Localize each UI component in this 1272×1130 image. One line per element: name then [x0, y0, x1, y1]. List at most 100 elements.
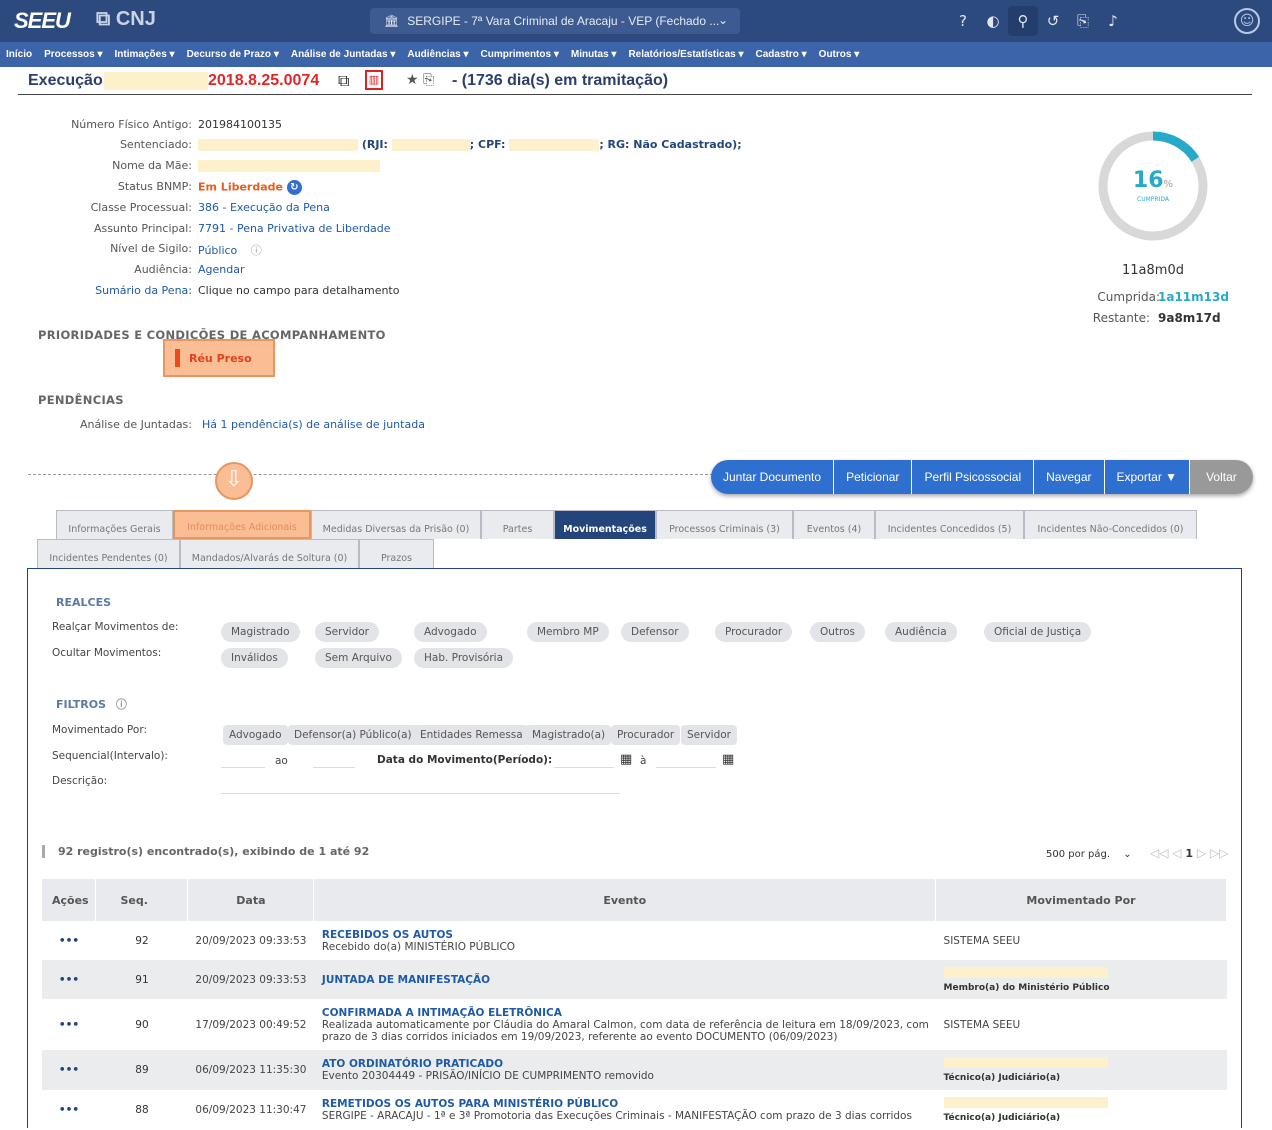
tab-medidas-diversas[interactable]: Medidas Diversas da Prisão (0): [311, 510, 481, 539]
search-icon[interactable]: ⚲: [1008, 6, 1038, 36]
realce-magistrado[interactable]: Magistrado: [221, 622, 300, 642]
info-icon[interactable]: ⓘ: [116, 698, 127, 711]
voltar-button[interactable]: Voltar: [1190, 460, 1253, 494]
bookmark-icon[interactable]: ⎘: [1068, 12, 1098, 30]
copy-icon[interactable]: ⧉: [338, 71, 349, 91]
first-page-icon[interactable]: ◁◁: [1150, 846, 1168, 860]
menu-inicio[interactable]: Início: [6, 49, 32, 60]
star-icon[interactable]: ★ ⎘: [406, 72, 434, 88]
tab-informacoes-gerais[interactable]: Informações Gerais: [56, 510, 173, 539]
event-title[interactable]: RECEBIDOS OS AUTOS: [322, 929, 936, 941]
menu-outros[interactable]: Outros ▾: [819, 49, 860, 60]
realce-servidor[interactable]: Servidor: [315, 622, 379, 642]
tab-movimentacoes[interactable]: Movimentações: [554, 510, 656, 539]
filtro-magistrado[interactable]: Magistrado(a): [526, 725, 612, 745]
filtro-defensor[interactable]: Defensor(a) Público(a): [288, 725, 418, 745]
date-to-input[interactable]: [656, 754, 716, 768]
realce-defensor[interactable]: Defensor: [621, 622, 689, 642]
pendencias-link[interactable]: Há 1 pendência(s) de análise de juntada: [202, 418, 425, 431]
exportar-button[interactable]: Exportar ▼: [1104, 460, 1191, 494]
date-from-input[interactable]: [554, 754, 614, 768]
prev-page-icon[interactable]: ◁: [1172, 846, 1181, 860]
assunto-principal[interactable]: 7791 - Pena Privativa de Liberdade: [198, 222, 391, 235]
row-actions-icon[interactable]: •••: [42, 960, 96, 999]
row-actions-icon[interactable]: •••: [42, 999, 96, 1050]
per-page-select[interactable]: 500 por pág. ⌄: [1046, 849, 1132, 860]
classe-processual[interactable]: 386 - Execução da Pena: [198, 201, 330, 214]
seq-to-input[interactable]: [313, 754, 355, 768]
filtro-advogado[interactable]: Advogado: [223, 725, 288, 745]
event-title[interactable]: REMETIDOS OS AUTOS PARA MINISTÉRIO PÚBLI…: [322, 1098, 936, 1110]
realce-membro-mp[interactable]: Membro MP: [527, 622, 609, 642]
realce-procurador[interactable]: Procurador: [715, 622, 793, 642]
realce-audiencia[interactable]: Audiência: [885, 622, 957, 642]
realce-oficial-justica[interactable]: Oficial de Justiça: [984, 622, 1092, 642]
filtro-procurador[interactable]: Procurador: [611, 725, 681, 745]
user-avatar-icon[interactable]: ☺: [1234, 8, 1260, 34]
tab-prazos[interactable]: Prazos: [359, 539, 434, 568]
event-title[interactable]: JUNTADA DE MANIFESTAÇÃO: [322, 974, 936, 986]
menu-audiencias[interactable]: Audiências ▾: [407, 49, 468, 60]
event-title[interactable]: CONFIRMADA A INTIMAÇÃO ELETRÔNICA: [322, 1007, 936, 1019]
menu-minutas[interactable]: Minutas ▾: [571, 49, 617, 60]
seq-from-input[interactable]: [221, 754, 265, 768]
descricao-input[interactable]: [221, 780, 620, 794]
col-seq[interactable]: Seq.: [95, 879, 189, 921]
sigilo-value[interactable]: Público: [198, 244, 237, 257]
tab-eventos[interactable]: Eventos (4): [793, 510, 875, 539]
peticionar-button[interactable]: Peticionar: [834, 460, 913, 494]
tab-incidentes-concedidos[interactable]: Incidentes Concedidos (5): [875, 510, 1024, 539]
col-data[interactable]: Data: [187, 879, 315, 921]
next-page-icon[interactable]: ▷: [1197, 846, 1206, 860]
sumario-pena-label[interactable]: Sumário da Pena:: [40, 284, 192, 297]
filtro-servidor[interactable]: Servidor: [681, 725, 737, 745]
current-page[interactable]: 1: [1185, 847, 1193, 860]
menu-cumprimentos[interactable]: Cumprimentos ▾: [481, 49, 559, 60]
ocultar-sem-arquivo[interactable]: Sem Arquivo: [315, 648, 402, 668]
tab-partes[interactable]: Partes: [481, 510, 554, 539]
navegar-button[interactable]: Navegar: [1034, 460, 1105, 494]
calendar-icon[interactable]: ▦: [722, 752, 734, 767]
barcode-icon[interactable]: ▥: [365, 70, 383, 90]
seeu-logo[interactable]: SEEU: [14, 8, 71, 34]
col-evento[interactable]: Evento: [313, 879, 937, 921]
agendar-audiencia-link[interactable]: Agendar: [198, 263, 245, 276]
tab-informacoes-adicionais[interactable]: Informações Adicionais: [173, 510, 311, 539]
last-page-icon[interactable]: ▷▷: [1210, 846, 1228, 860]
menu-analise-juntadas[interactable]: Análise de Juntadas ▾: [291, 49, 396, 60]
sumario-pena-value[interactable]: Clique no campo para detalhamento: [198, 284, 399, 297]
menu-processos[interactable]: Processos ▾: [44, 49, 102, 60]
row-actions-icon[interactable]: •••: [42, 1090, 96, 1130]
cnj-logo[interactable]: ⧉ CNJ: [96, 8, 156, 31]
row-actions-icon[interactable]: •••: [42, 1050, 96, 1090]
menu-decurso-prazo[interactable]: Decurso de Prazo ▾: [187, 49, 279, 60]
court-selector[interactable]: 🏛 SERGIPE - 7ª Vara Criminal de Aracaju -…: [370, 8, 740, 34]
tab-incidentes-pendentes[interactable]: Incidentes Pendentes (0): [37, 539, 180, 568]
menu-cadastro[interactable]: Cadastro ▾: [756, 49, 807, 60]
process-number[interactable]: 2018.8.25.0074: [208, 72, 319, 90]
ocultar-hab-provisoria[interactable]: Hab. Provisória: [414, 648, 514, 668]
tab-processos-criminais[interactable]: Processos Criminais (3): [656, 510, 793, 539]
refresh-icon[interactable]: ↻: [286, 180, 302, 195]
ocultar-invalidos[interactable]: Inválidos: [221, 648, 288, 668]
help-icon[interactable]: ?: [948, 12, 978, 30]
realce-advogado[interactable]: Advogado: [414, 622, 487, 642]
juntar-documento-button[interactable]: Juntar Documento: [711, 460, 835, 494]
filtro-entidades[interactable]: Entidades Remessa: [414, 725, 529, 745]
menu-relatorios[interactable]: Relatórios/Estatísticas ▾: [628, 49, 743, 60]
menu-intimacoes[interactable]: Intimações ▾: [115, 49, 175, 60]
perfil-psicossocial-button[interactable]: Perfil Psicossocial: [912, 460, 1035, 494]
row-actions-icon[interactable]: •••: [42, 921, 96, 960]
tab-incidentes-nao-concedidos[interactable]: Incidentes Não-Concedidos (0): [1024, 510, 1197, 539]
col-movimentado[interactable]: Movimentado Por: [935, 879, 1227, 921]
event-title[interactable]: ATO ORDINATÓRIO PRATICADO: [322, 1058, 936, 1070]
bell-icon[interactable]: ♪: [1098, 12, 1128, 30]
info-icon[interactable]: ⓘ: [251, 244, 262, 257]
realce-outros[interactable]: Outros: [810, 622, 866, 642]
history-icon[interactable]: ↺: [1038, 12, 1068, 30]
arrow-down-icon[interactable]: ⇩: [215, 462, 253, 500]
tab-mandados-alvaras[interactable]: Mandados/Alvarás de Soltura (0): [180, 539, 359, 568]
redacted-block: [943, 1097, 1108, 1108]
theme-icon[interactable]: ◐: [978, 12, 1008, 30]
calendar-icon[interactable]: ▦: [620, 752, 632, 767]
